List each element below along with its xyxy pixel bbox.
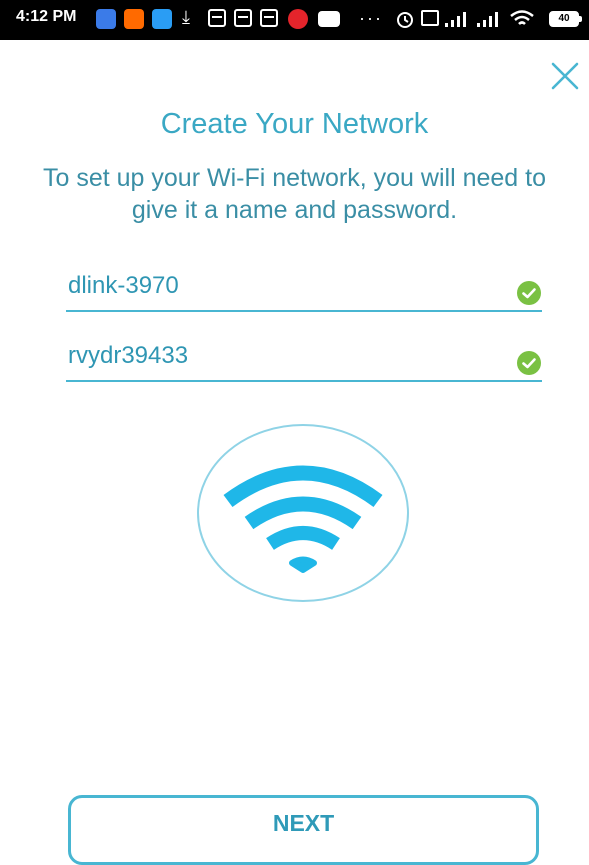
app-icon — [234, 9, 252, 27]
overflow-dots: ··· — [359, 8, 383, 28]
download-icon: ⤓ — [182, 7, 190, 27]
page-title: Create Your Network — [160, 108, 429, 140]
network-name-value: dlink-3970 — [68, 272, 179, 299]
app-icon — [208, 9, 226, 27]
mi-icon — [124, 9, 144, 29]
shortcut-icon — [152, 9, 172, 29]
wifi-icon — [197, 424, 409, 602]
network-name-input[interactable]: dlink-3970 — [66, 264, 542, 312]
wifi-icon — [510, 10, 534, 25]
close-icon[interactable] — [547, 58, 583, 94]
signal-icon — [477, 12, 498, 27]
password-value: rvydr39433 — [68, 342, 189, 369]
password-input[interactable]: rvydr39433 — [66, 334, 542, 382]
status-bar: 4:12 PM ⤓ ··· 40 — [0, 0, 589, 40]
jio-icon — [288, 9, 308, 29]
volte-icon — [421, 10, 439, 26]
page-subtitle: To set up your Wi-Fi network, you will n… — [43, 164, 546, 224]
check-icon — [517, 281, 541, 305]
signal-icon — [445, 12, 466, 27]
check-icon — [517, 351, 541, 375]
system-icons: ··· 40 — [359, 8, 582, 32]
alarm-icon — [397, 12, 413, 28]
app-icon — [260, 9, 278, 27]
photos-icon — [96, 9, 116, 29]
battery-icon: 40 — [549, 11, 582, 27]
status-time: 4:12 PM — [16, 8, 77, 25]
youtube-icon — [318, 11, 340, 27]
